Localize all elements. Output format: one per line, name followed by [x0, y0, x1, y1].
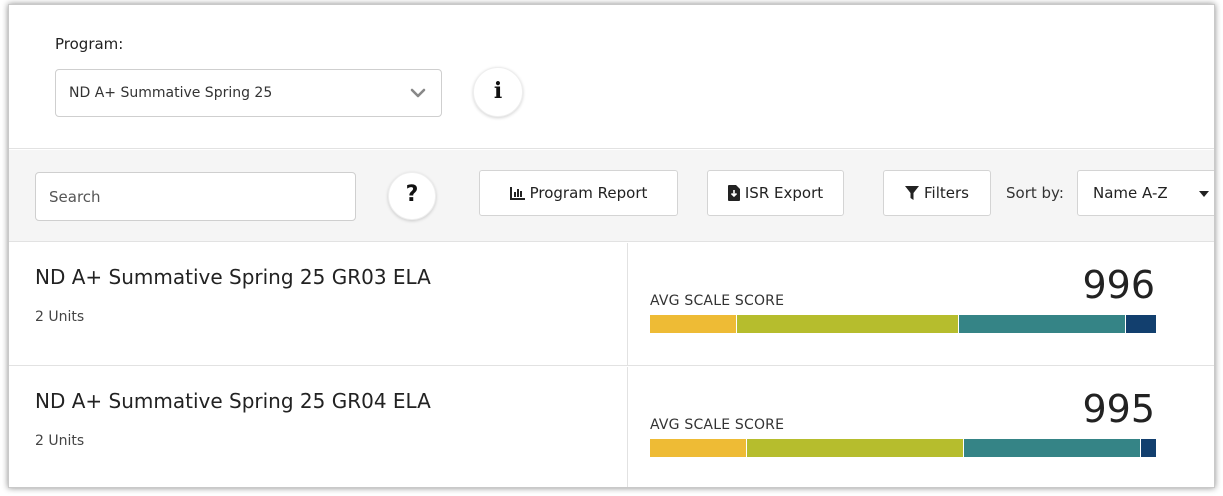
program-info-button[interactable]: i — [473, 67, 523, 117]
program-panel: Program: ND A+ Summative Spring 25 i — [9, 5, 1214, 149]
column-divider — [627, 367, 628, 487]
assessment-title: ND A+ Summative Spring 25 GR03 ELA — [35, 265, 431, 289]
level-4-segment — [1139, 439, 1156, 457]
level-1-segment — [650, 439, 746, 457]
filters-button[interactable]: Filters — [883, 170, 991, 216]
info-icon: i — [493, 78, 503, 104]
file-download-icon — [727, 185, 740, 201]
sort-label: Sort by: — [1006, 184, 1064, 202]
caret-down-icon — [1199, 191, 1209, 197]
level-2-segment — [735, 315, 958, 333]
list-item[interactable]: ND A+ Summative Spring 25 GR04 ELA 2 Uni… — [9, 367, 1214, 487]
level-3-segment — [962, 439, 1140, 457]
avg-scale-score-value: 996 — [1082, 263, 1155, 307]
help-button[interactable]: ? — [388, 172, 436, 220]
units-count: 2 Units — [35, 309, 85, 325]
program-select[interactable]: ND A+ Summative Spring 25 — [55, 69, 442, 117]
assessment-title: ND A+ Summative Spring 25 GR04 ELA — [35, 389, 431, 413]
column-divider — [627, 243, 628, 365]
program-report-button[interactable]: Program Report — [479, 170, 678, 216]
filters-label: Filters — [924, 184, 969, 202]
bar-chart-icon — [509, 186, 525, 200]
sort-control: Sort by: Name A-Z — [998, 170, 1214, 216]
level-2-segment — [745, 439, 963, 457]
search-input[interactable] — [35, 172, 356, 221]
level-3-segment — [957, 315, 1125, 333]
sort-select[interactable]: Name A-Z — [1077, 170, 1214, 216]
program-report-label: Program Report — [529, 184, 648, 202]
app-window: Program: ND A+ Summative Spring 25 i ? P… — [8, 4, 1215, 488]
question-icon: ? — [405, 182, 419, 207]
program-select-value: ND A+ Summative Spring 25 — [69, 85, 273, 101]
isr-export-button[interactable]: ISR Export — [707, 170, 844, 216]
program-label: Program: — [55, 35, 124, 53]
sort-select-value: Name A-Z — [1093, 184, 1168, 202]
chevron-down-icon — [410, 88, 426, 98]
isr-export-label: ISR Export — [744, 184, 824, 202]
list-item[interactable]: ND A+ Summative Spring 25 GR03 ELA 2 Uni… — [9, 243, 1214, 366]
avg-scale-score-label: AVG SCALE SCORE — [650, 417, 785, 433]
units-count: 2 Units — [35, 433, 85, 449]
level-4-segment — [1124, 315, 1156, 333]
avg-scale-score-label: AVG SCALE SCORE — [650, 293, 785, 309]
level-1-segment — [650, 315, 736, 333]
performance-distribution-bar — [650, 439, 1156, 457]
toolbar: ? Program Report ISR Export Filters — [9, 150, 1214, 242]
performance-distribution-bar — [650, 315, 1156, 333]
avg-scale-score-value: 995 — [1082, 387, 1155, 431]
filter-icon — [905, 185, 920, 200]
